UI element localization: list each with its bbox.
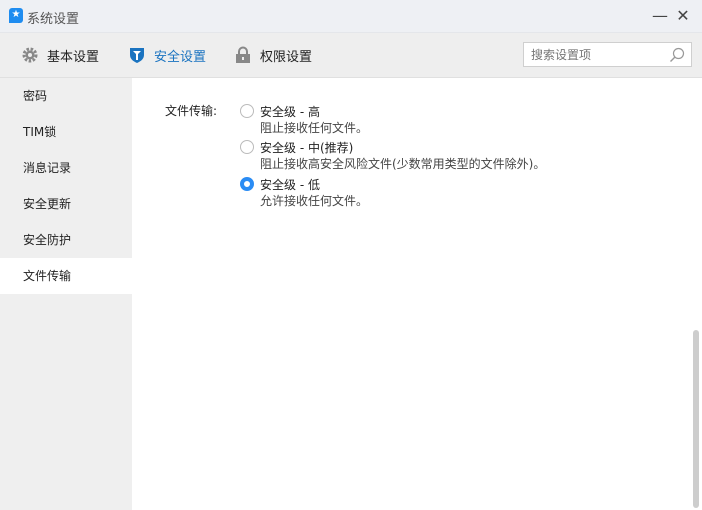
sidebar-item-security-update[interactable]: 安全更新 (0, 186, 132, 222)
sidebar-item-message-history[interactable]: 消息记录 (0, 150, 132, 186)
tab-basic-settings[interactable]: 基本设置 (21, 33, 99, 77)
sidebar-item-tim-lock[interactable]: TIM锁 (0, 114, 132, 150)
shield-icon (130, 48, 144, 63)
window-title: 系统设置 (27, 12, 80, 27)
lock-icon (236, 46, 250, 63)
tab-label: 权限设置 (260, 49, 313, 65)
radio-button-selected[interactable] (240, 177, 254, 191)
option-description: 阻止接收任何文件。 (260, 121, 369, 135)
scrollbar-thumb[interactable] (693, 330, 699, 508)
sidebar-item-file-transfer[interactable]: 文件传输 (0, 258, 132, 294)
close-button[interactable]: ✕ (672, 6, 694, 28)
sidebar-item-security-protection[interactable]: 安全防护 (0, 222, 132, 258)
search-input[interactable] (531, 47, 671, 62)
tab-security-settings[interactable]: 安全设置 (128, 33, 206, 77)
content-panel: 文件传输: 安全级 - 高 阻止接收任何文件。 安全级 - 中(推荐) 阻止接收… (132, 78, 702, 510)
search-box[interactable] (523, 42, 692, 67)
option-description: 允许接收任何文件。 (260, 194, 369, 208)
tab-label: 安全设置 (154, 49, 207, 65)
option-description: 阻止接收高安全风险文件(少数常用类型的文件除外)。 (260, 157, 546, 171)
radio-button[interactable] (240, 140, 254, 154)
search-icon[interactable] (669, 47, 685, 63)
minimize-button[interactable]: — (649, 6, 671, 28)
tab-permission-settings[interactable]: 权限设置 (234, 33, 312, 77)
option-title: 安全级 - 中(推荐) (260, 141, 354, 155)
sidebar-item-password[interactable]: 密码 (0, 78, 132, 114)
gear-icon (22, 47, 38, 63)
option-title: 安全级 - 高 (260, 105, 320, 119)
sidebar: 密码 TIM锁 消息记录 安全更新 安全防护 文件传输 (0, 78, 132, 510)
settings-tabs: 基本设置 安全设置 权限设置 (0, 33, 702, 78)
title-bar: ★ 系统设置 — ✕ (0, 0, 702, 33)
option-title: 安全级 - 低 (260, 178, 320, 192)
app-logo-icon: ★ (9, 8, 23, 23)
tab-label: 基本设置 (47, 49, 100, 65)
radio-button[interactable] (240, 104, 254, 118)
file-transfer-label: 文件传输: (165, 104, 218, 118)
